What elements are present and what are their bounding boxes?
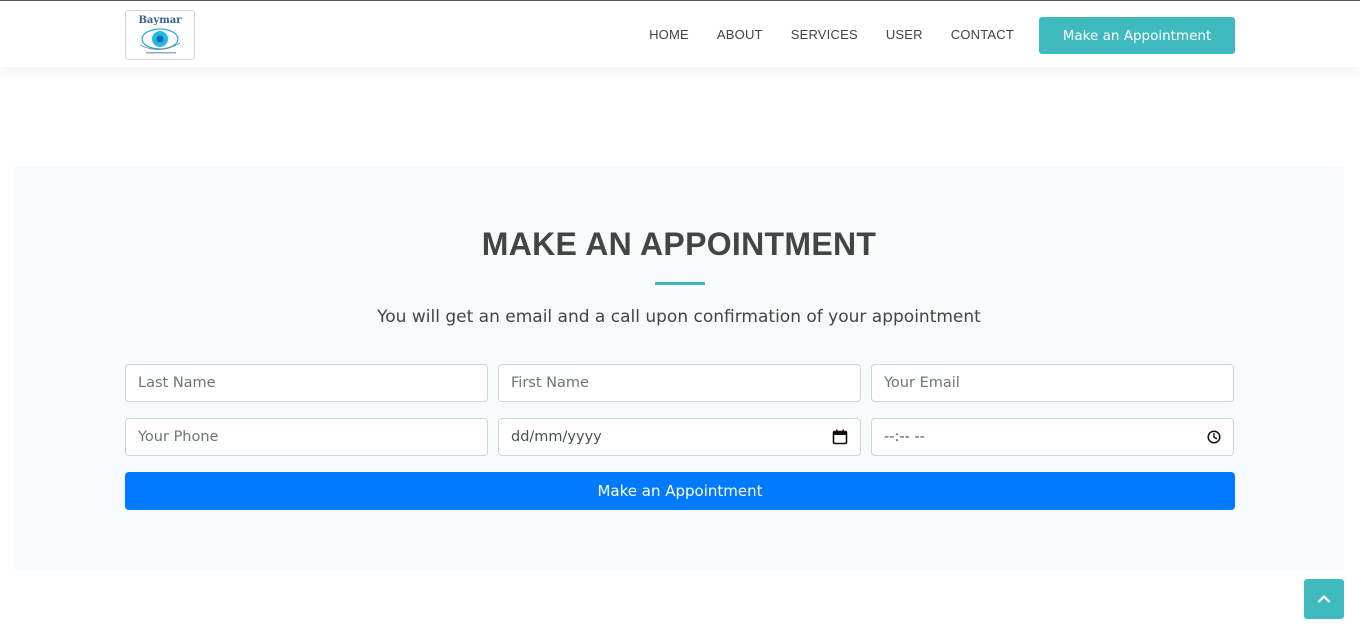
email-field — [871, 364, 1234, 402]
first-name-input[interactable] — [511, 375, 848, 391]
email-input[interactable] — [884, 375, 1221, 391]
date-input-value: dd/mm/yyyy — [511, 429, 602, 445]
last-name-input[interactable] — [138, 375, 475, 391]
navbar: Baymar HOME ABOUT SERVICES USER CONTACT … — [0, 0, 1360, 67]
time-field[interactable]: --:-- -- — [871, 418, 1234, 456]
eye-logo-icon — [139, 28, 181, 54]
nav-contact[interactable]: CONTACT — [951, 27, 1014, 42]
section-subtitle: You will get an email and a call upon co… — [377, 307, 981, 327]
appointment-section: MAKE AN APPOINTMENT You will get an emai… — [14, 167, 1344, 570]
section-title: MAKE AN APPOINTMENT — [481, 226, 877, 262]
nav-about[interactable]: ABOUT — [717, 27, 763, 42]
phone-input[interactable] — [138, 429, 475, 445]
back-to-top-button[interactable] — [1304, 579, 1344, 619]
nav-services[interactable]: SERVICES — [791, 27, 858, 42]
nav-user[interactable]: USER — [886, 27, 923, 42]
last-name-field — [125, 364, 488, 402]
header-appointment-button[interactable]: Make an Appointment — [1039, 17, 1235, 54]
chevron-up-icon — [1317, 595, 1331, 603]
submit-appointment-button[interactable]: Make an Appointment — [125, 472, 1235, 510]
nav-home[interactable]: HOME — [649, 27, 689, 42]
main-nav: HOME ABOUT SERVICES USER CONTACT — [621, 1, 1014, 68]
calendar-icon[interactable] — [832, 429, 848, 445]
clock-icon[interactable] — [1207, 430, 1221, 444]
phone-field — [125, 418, 488, 456]
time-input-value: --:-- -- — [884, 429, 925, 445]
first-name-field — [498, 364, 861, 402]
title-underline — [655, 282, 705, 285]
site-logo[interactable]: Baymar — [125, 10, 195, 60]
date-field[interactable]: dd/mm/yyyy — [498, 418, 861, 456]
